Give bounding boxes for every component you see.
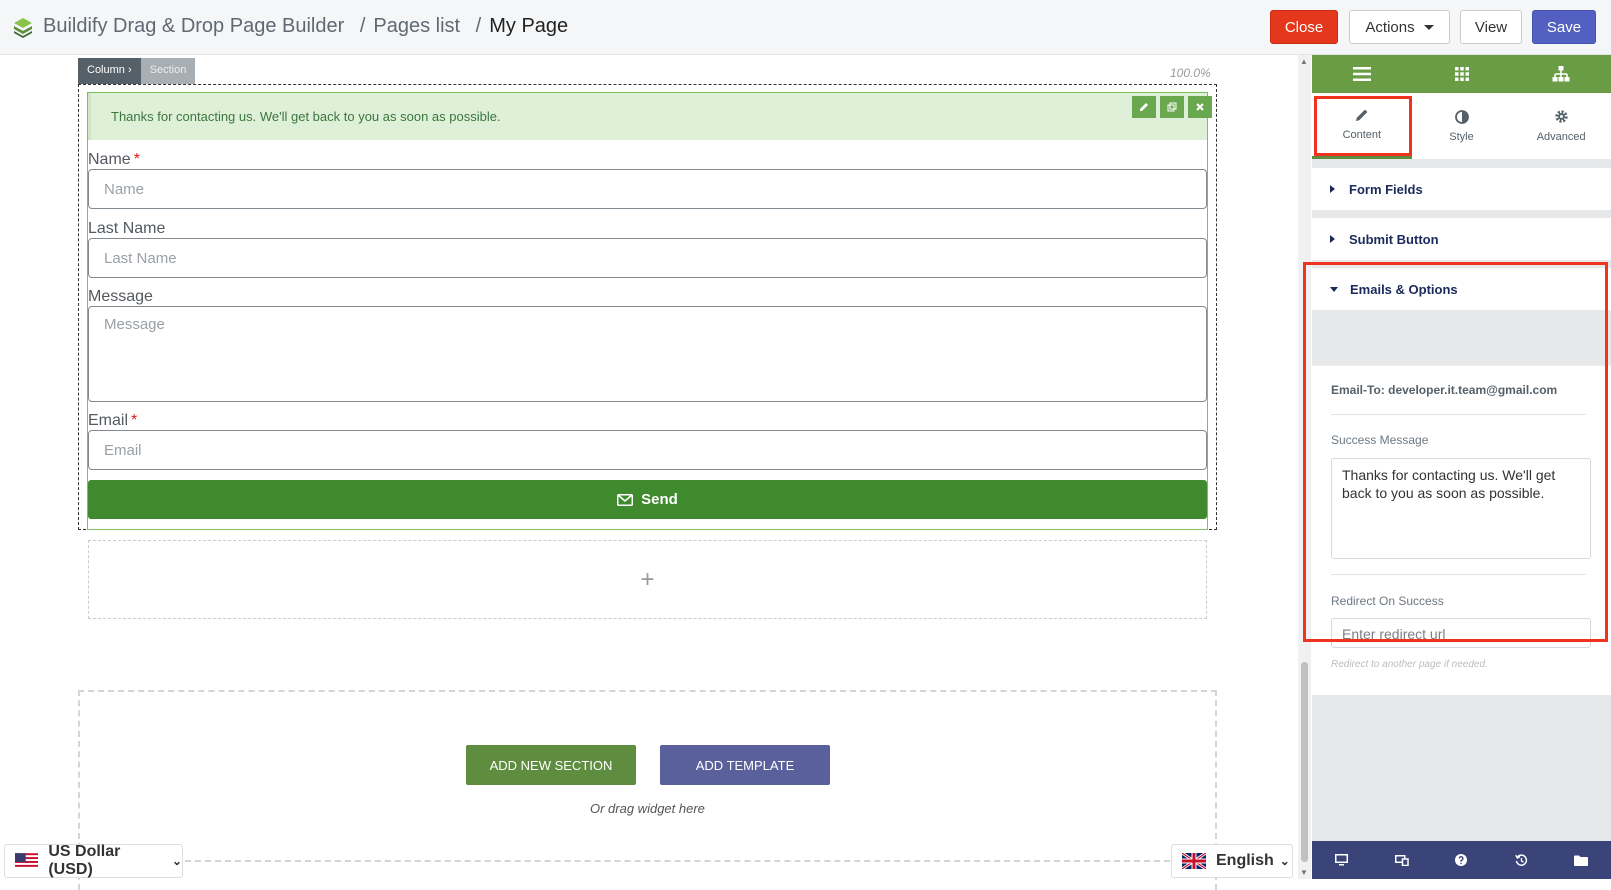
currency-label: US Dollar (USD)	[48, 843, 121, 878]
desktop-icon	[1335, 854, 1349, 866]
preview-desktop-button[interactable]	[1312, 841, 1372, 879]
zoom-level: 100.0%	[1170, 66, 1211, 80]
folder-icon	[1574, 855, 1589, 866]
app-title-link[interactable]: Buildify Drag & Drop Page Builder	[43, 15, 344, 37]
envelope-icon	[617, 493, 634, 506]
tab-style[interactable]: Style	[1412, 93, 1512, 159]
language-label: English	[1216, 852, 1274, 869]
edit-widget-button[interactable]	[1132, 96, 1156, 118]
breadcrumb: Buildify Drag & Drop Page Builder / Pages…	[43, 15, 568, 38]
breadcrumb-pages-list[interactable]: Pages list	[373, 15, 460, 37]
drag-widget-hint: Or drag widget here	[590, 801, 705, 816]
panel-footer	[1312, 841, 1611, 879]
redirect-hint: Redirect to another page if needed.	[1331, 659, 1488, 670]
breadcrumb-separator: /	[359, 15, 366, 37]
language-selector[interactable]: English ⌄	[1171, 844, 1293, 878]
dropzone-border	[185, 860, 1170, 862]
caret-right-icon	[1330, 235, 1335, 243]
section-submit-button[interactable]: Submit Button	[1312, 218, 1611, 260]
chevron-down-icon: ⌄	[171, 854, 182, 868]
duplicate-widget-button[interactable]	[1160, 96, 1184, 118]
tab-advanced-label: Advanced	[1536, 131, 1586, 143]
history-icon	[1514, 853, 1527, 866]
uk-flag-icon	[1182, 853, 1206, 869]
caret-down-icon	[1423, 24, 1434, 30]
scroll-down-icon[interactable]: ▼	[1300, 868, 1308, 877]
section-form-fields-label: Form Fields	[1349, 181, 1423, 197]
history-button[interactable]	[1491, 841, 1551, 879]
half-circle-icon	[1454, 109, 1469, 124]
scroll-up-icon[interactable]: ▲	[1300, 57, 1308, 66]
close-icon	[1196, 103, 1204, 111]
top-bar: Buildify Drag & Drop Page Builder / Pages…	[0, 0, 1611, 55]
caret-right-icon	[1330, 185, 1335, 193]
tab-style-label: Style	[1449, 130, 1474, 143]
responsive-mode-button[interactable]	[1372, 841, 1432, 879]
highlight-emails-options	[1303, 262, 1608, 642]
pencil-icon	[1140, 103, 1148, 111]
section-submit-button-label: Submit Button	[1349, 231, 1439, 247]
chevron-down-icon: ⌄	[1279, 854, 1290, 868]
help-button[interactable]	[1432, 841, 1492, 879]
add-new-section-button[interactable]: ADD NEW SECTION	[466, 745, 636, 785]
name-label-text: Name	[88, 151, 131, 168]
plus-icon: +	[640, 565, 655, 593]
navigator-button[interactable]	[1511, 55, 1611, 93]
delete-widget-button[interactable]	[1188, 96, 1212, 118]
close-button[interactable]: Close	[1270, 10, 1338, 44]
panel-header	[1312, 55, 1611, 93]
breadcrumb-separator: /	[475, 15, 482, 37]
send-label: Send	[641, 491, 678, 508]
widgets-grid-icon	[1454, 67, 1469, 81]
last-name-field[interactable]: Last Name	[88, 238, 1207, 278]
message-field[interactable]: Message	[88, 306, 1207, 402]
gear-icon	[1554, 110, 1568, 123]
email-label: Email *	[88, 412, 137, 430]
success-alert: Thanks for contacting us. We'll get back…	[88, 93, 1207, 140]
tab-advanced[interactable]: Advanced	[1511, 93, 1611, 159]
last-name-label: Last Name	[88, 220, 166, 237]
actions-dropdown-button[interactable]: Actions	[1349, 10, 1450, 44]
column-handle[interactable]: Column ›	[78, 58, 141, 84]
responsive-icon	[1394, 854, 1409, 866]
navigator-icon	[1552, 66, 1570, 82]
actions-label: Actions	[1365, 18, 1415, 36]
section-handle[interactable]: Section	[140, 58, 196, 84]
name-label: Name *	[88, 151, 140, 169]
highlight-content-tab	[1314, 96, 1412, 156]
view-button[interactable]: View	[1460, 10, 1522, 44]
message-label: Message	[88, 288, 153, 305]
element-handles: Column › Section	[78, 58, 196, 84]
add-widget-dropzone[interactable]: +	[88, 540, 1207, 619]
currency-selector[interactable]: US Dollar (USD) ⌄	[4, 843, 183, 878]
send-button[interactable]: Send	[88, 480, 1207, 519]
us-flag-icon	[15, 853, 39, 869]
name-field[interactable]: Name	[88, 169, 1207, 209]
copy-icon	[1167, 102, 1177, 112]
save-button[interactable]: Save	[1532, 10, 1596, 44]
templates-folder-button[interactable]	[1551, 841, 1611, 879]
widgets-button[interactable]	[1412, 55, 1512, 93]
required-mark: *	[133, 151, 140, 168]
required-mark: *	[131, 412, 138, 429]
add-template-button[interactable]: ADD TEMPLATE	[660, 745, 830, 785]
scrollbar-thumb[interactable]	[1301, 662, 1308, 862]
section-form-fields[interactable]: Form Fields	[1312, 168, 1611, 210]
breadcrumb-current-page: My Page	[489, 15, 569, 37]
email-label-text: Email	[88, 412, 129, 429]
menu-icon	[1352, 67, 1371, 81]
menu-button[interactable]	[1312, 55, 1412, 93]
buildify-logo-icon	[14, 18, 32, 38]
help-icon	[1455, 854, 1468, 866]
email-field[interactable]: Email	[88, 430, 1207, 470]
